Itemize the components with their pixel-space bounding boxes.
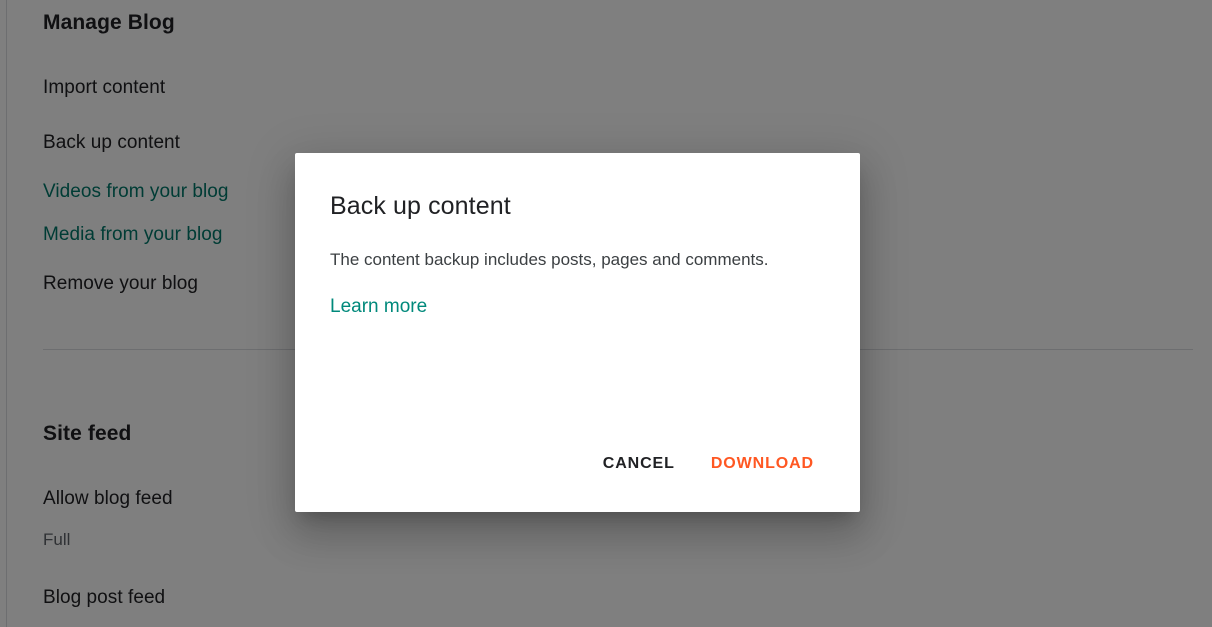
dialog-spacer [295,318,860,446]
download-button[interactable]: DOWNLOAD [697,446,828,482]
dialog-body-text: The content backup includes posts, pages… [330,250,769,269]
dialog-actions: CANCEL DOWNLOAD [295,446,860,512]
back-up-content-dialog: Back up content The content backup inclu… [295,153,860,512]
dialog-title: Back up content [330,192,511,220]
learn-more-link[interactable]: Learn more [330,296,860,318]
cancel-button[interactable]: CANCEL [589,446,689,482]
